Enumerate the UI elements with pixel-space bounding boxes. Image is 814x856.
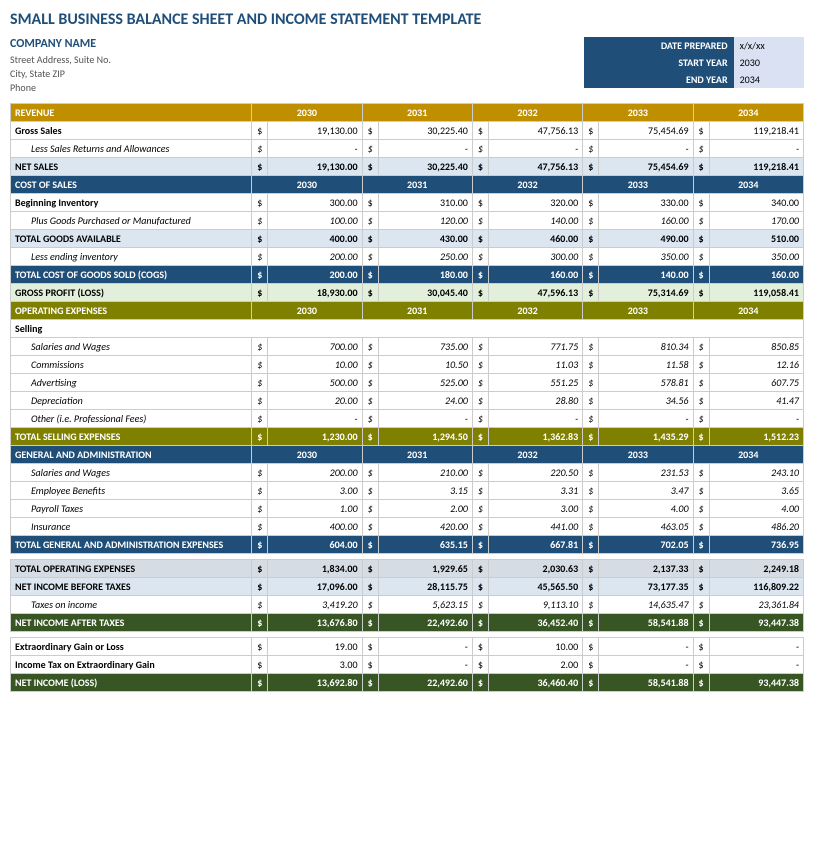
start-year-label: START YEAR [584,54,734,71]
year-2032-ga: 2032 [472,446,582,464]
total-cogs-row: TOTAL COST OF GOODS SOLD (COGS) $200.00 … [11,266,804,284]
income-tax-extraordinary-label: Income Tax on Extraordinary Gain [11,656,252,674]
total-cogs-label: TOTAL COST OF GOODS SOLD (COGS) [11,266,252,284]
payroll-row: Payroll Taxes $1.00 $2.00 $3.00 $4.00 $4… [11,500,804,518]
taxes-row: Taxes on income $3,419.20 $5,623.15 $9,1… [11,596,804,614]
start-year-value: 2030 [734,54,804,71]
beginning-inv-label: Beginning Inventory [11,194,252,212]
depreciation-label: Depreciation [11,392,252,410]
year-2033-ga: 2033 [583,446,693,464]
selling-label-row: Selling [11,320,804,338]
year-2031-revenue: 2031 [362,104,472,122]
year-2033-cos: 2033 [583,176,693,194]
taxes-label: Taxes on income [11,596,252,614]
year-2030-ga: 2030 [252,446,362,464]
extraordinary-gain-label: Extraordinary Gain or Loss [11,638,252,656]
net-after-taxes-label: NET INCOME AFTER TAXES [11,614,252,632]
year-2032-oe: 2032 [472,302,582,320]
ga-salaries-row: Salaries and Wages $200.00 $210.00 $220.… [11,464,804,482]
company-city: City, State ZIP [10,67,584,80]
advertising-row: Advertising $500.00 $525.00 $551.25 $578… [11,374,804,392]
less-sales-label: Less Sales Returns and Allowances [11,140,252,158]
year-2034-cos: 2034 [693,176,803,194]
year-2030-cos: 2030 [252,176,362,194]
gross-sales-row: Gross Sales $19,130.00 $30,225.40 $47,75… [11,122,804,140]
other-row: Other (i.e. Professional Fees) $- $- $- … [11,410,804,428]
net-sales-label: NET SALES [11,158,252,176]
selling-label: Selling [11,320,804,338]
company-address: Street Address, Suite No. [10,53,584,66]
main-title: SMALL BUSINESS BALANCE SHEET AND INCOME … [10,10,804,29]
benefits-label: Employee Benefits [11,482,252,500]
total-goods-row: TOTAL GOODS AVAILABLE $400.00 $430.00 $4… [11,230,804,248]
extraordinary-gain-row: Extraordinary Gain or Loss $19.00 $- $10… [11,638,804,656]
commissions-label: Commissions [11,356,252,374]
company-phone: Phone [10,81,584,94]
net-income-label: NET INCOME (LOSS) [11,674,252,692]
gross-profit-row: GROSS PROFIT (LOSS) $18,930.00 $30,045.4… [11,284,804,302]
less-sales-row: Less Sales Returns and Allowances $- $- … [11,140,804,158]
year-2033-oe: 2033 [583,302,693,320]
year-2034-oe: 2034 [693,302,803,320]
year-2032-cos: 2032 [472,176,582,194]
year-2033-revenue: 2033 [583,104,693,122]
net-sales-row: NET SALES $19,130.00 $30,225.40 $47,756.… [11,158,804,176]
end-year-label: END YEAR [584,71,734,88]
date-prepared-label: DATE PREPARED [584,37,734,54]
year-2031-ga: 2031 [362,446,472,464]
payroll-label: Payroll Taxes [11,500,252,518]
insurance-row: Insurance $400.00 $420.00 $441.00 $463.0… [11,518,804,536]
net-before-taxes-label: NET INCOME BEFORE TAXES [11,578,252,596]
year-2032-revenue: 2032 [472,104,582,122]
net-income-row: NET INCOME (LOSS) $13,692.80 $22,492.60 … [11,674,804,692]
year-2030-oe: 2030 [252,302,362,320]
selling-salaries-row: Salaries and Wages $700.00 $735.00 $771.… [11,338,804,356]
total-operating-row: TOTAL OPERATING EXPENSES $1,834.00 $1,92… [11,560,804,578]
total-operating-label: TOTAL OPERATING EXPENSES [11,560,252,578]
year-2030-revenue: 2030 [252,104,362,122]
ga-salaries-label: Salaries and Wages [11,464,252,482]
gen-admin-header-row: GENERAL AND ADMINISTRATION 2030 2031 203… [11,446,804,464]
year-2034-ga: 2034 [693,446,803,464]
commissions-row: Commissions $10.00 $10.50 $11.03 $11.58 … [11,356,804,374]
insurance-label: Insurance [11,518,252,536]
cost-of-sales-label: COST OF SALES [11,176,252,194]
advertising-label: Advertising [11,374,252,392]
depreciation-row: Depreciation $20.00 $24.00 $28.80 $34.56… [11,392,804,410]
total-ga-label: TOTAL GENERAL AND ADMINISTRATION EXPENSE… [11,536,252,554]
company-name: COMPANY NAME [10,37,584,51]
cost-of-sales-header-row: COST OF SALES 2030 2031 2032 2033 2034 [11,176,804,194]
benefits-row: Employee Benefits $3.00 $3.15 $3.31 $3.4… [11,482,804,500]
total-selling-label: TOTAL SELLING EXPENSES [11,428,252,446]
year-2031-cos: 2031 [362,176,472,194]
revenue-label: REVENUE [11,104,252,122]
end-year-value: 2034 [734,71,804,88]
net-after-taxes-row: NET INCOME AFTER TAXES $13,676.80 $22,49… [11,614,804,632]
date-prepared-value: x/x/xx [734,37,804,54]
gen-admin-label: GENERAL AND ADMINISTRATION [11,446,252,464]
selling-salaries-label: Salaries and Wages [11,338,252,356]
operating-expenses-header-row: OPERATING EXPENSES 2030 2031 2032 2033 2… [11,302,804,320]
total-selling-row: TOTAL SELLING EXPENSES $1,230.00 $1,294.… [11,428,804,446]
other-label: Other (i.e. Professional Fees) [11,410,252,428]
year-2034-revenue: 2034 [693,104,803,122]
total-ga-row: TOTAL GENERAL AND ADMINISTRATION EXPENSE… [11,536,804,554]
gross-sales-label: Gross Sales [11,122,252,140]
less-ending-label: Less ending inventory [11,248,252,266]
gross-profit-label: GROSS PROFIT (LOSS) [11,284,252,302]
income-tax-extraordinary-row: Income Tax on Extraordinary Gain $3.00 $… [11,656,804,674]
beginning-inv-row: Beginning Inventory $300.00 $310.00 $320… [11,194,804,212]
revenue-header-row: REVENUE 2030 2031 2032 2033 2034 [11,104,804,122]
total-goods-label: TOTAL GOODS AVAILABLE [11,230,252,248]
operating-expenses-label: OPERATING EXPENSES [11,302,252,320]
plus-goods-row: Plus Goods Purchased or Manufactured $10… [11,212,804,230]
net-before-taxes-row: NET INCOME BEFORE TAXES $17,096.00 $28,1… [11,578,804,596]
plus-goods-label: Plus Goods Purchased or Manufactured [11,212,252,230]
year-2031-oe: 2031 [362,302,472,320]
less-ending-row: Less ending inventory $200.00 $250.00 $3… [11,248,804,266]
